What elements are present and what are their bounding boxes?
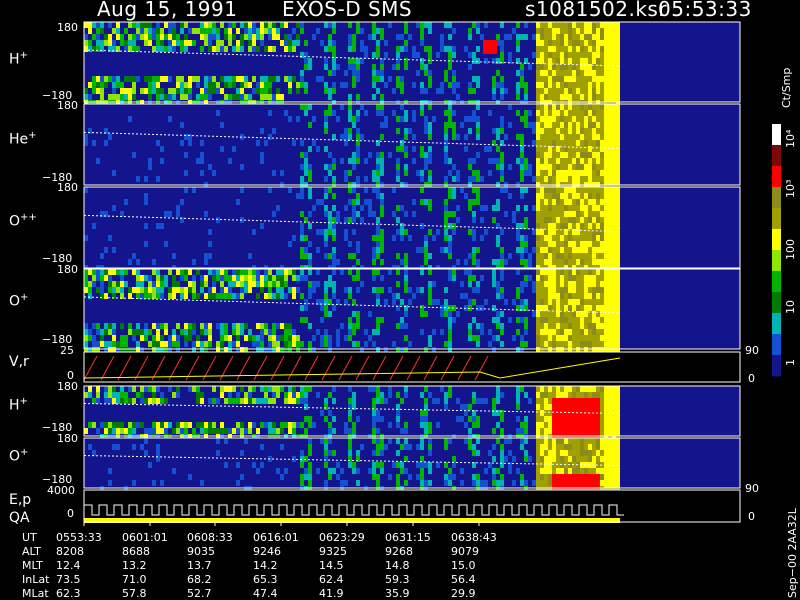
table-cell: 0638:43 <box>451 531 497 544</box>
tick-o2-top: 180 <box>57 432 78 445</box>
table-cell: 12.4 <box>56 559 81 572</box>
colorbar-segment <box>772 313 781 335</box>
table-cell: 0623:29 <box>319 531 365 544</box>
version-stamp: Sep−00 2AA32L <box>786 508 799 598</box>
tick-ep-bottom: 0 <box>67 507 74 520</box>
row-label-inlat: InLat <box>22 573 50 586</box>
colorbar-segment <box>772 145 781 167</box>
colorbar-segment <box>772 355 781 377</box>
table-cell: 29.9 <box>451 587 476 600</box>
row-label-ut: UT <box>22 531 37 544</box>
table-cell: 35.9 <box>385 587 410 600</box>
table-cell: 9246 <box>253 545 281 558</box>
colorbar-segment <box>772 334 781 356</box>
colorbar-segment <box>772 124 781 146</box>
colorbar-segment <box>772 271 781 293</box>
table-cell: 52.7 <box>187 587 212 600</box>
tick-h-top: 180 <box>57 21 78 34</box>
colorbar-label-100: 100 <box>784 239 797 260</box>
saturation-band <box>604 269 620 349</box>
table-cell: 0631:15 <box>385 531 431 544</box>
table-cell: 15.0 <box>451 559 476 572</box>
table-cell: 14.8 <box>385 559 410 572</box>
row-label-alt: ALT <box>22 545 41 558</box>
saturation-band <box>604 187 620 268</box>
spectrogram-plot <box>83 21 781 526</box>
table-cell: 0616:01 <box>253 531 299 544</box>
saturation-band <box>604 22 620 102</box>
panel-label-h-plus: H+ <box>9 50 28 68</box>
tick-ep-right-bottom: 0 <box>748 510 755 523</box>
colorbar-label-10e3: 10³ <box>784 179 797 198</box>
table-cell: 62.3 <box>56 587 81 600</box>
table-cell: 13.7 <box>187 559 212 572</box>
table-cell: 9079 <box>451 545 479 558</box>
tick-vr-right-top: 90 <box>745 344 759 357</box>
colorbar-segment <box>772 166 781 188</box>
table-cell: 8688 <box>122 545 150 558</box>
table-cell: 65.3 <box>253 573 278 586</box>
tick-vr-top: 25 <box>60 344 74 357</box>
saturation-band <box>604 438 620 488</box>
table-cell: 8208 <box>56 545 84 558</box>
table-cell: 57.8 <box>122 587 147 600</box>
colorbar-segment <box>772 229 781 251</box>
tick-vr-right-bottom: 0 <box>748 372 755 385</box>
tick-opp-top: 180 <box>57 181 78 194</box>
table-cell: 59.3 <box>385 573 410 586</box>
table-cell: 0601:01 <box>122 531 168 544</box>
plot-date: Aug 15, 1991 <box>97 0 238 21</box>
tick-op-top: 180 <box>57 263 78 276</box>
panel-label-o-plus: O+ <box>9 292 29 310</box>
saturation-band <box>604 386 620 436</box>
panel-label-h-plus-2: H+ <box>9 396 28 414</box>
panel-label-vr: V,r <box>9 354 29 370</box>
instrument-name: EXOS-D SMS <box>282 0 413 21</box>
panel-label-he-plus: He+ <box>9 130 37 148</box>
table-cell: 62.4 <box>319 573 344 586</box>
colorbar-label-10: 10 <box>784 300 797 314</box>
file-name: s1081502.ksr <box>525 0 668 21</box>
table-cell: 73.5 <box>56 573 81 586</box>
panel-label-o-plus-plus: O++ <box>9 212 37 230</box>
panel-label-ep: E,p <box>9 492 32 508</box>
table-cell: 71.0 <box>122 573 147 586</box>
table-cell: 9325 <box>319 545 347 558</box>
table-cell: 0608:33 <box>187 531 233 544</box>
table-cell: 0553:33 <box>56 531 102 544</box>
table-cell: 14.5 <box>319 559 344 572</box>
colorbar-label-10e4: 10⁴ <box>784 129 797 148</box>
colorbar-segment <box>772 208 781 230</box>
panel-label-o-plus-2: O+ <box>9 447 29 465</box>
tick-o2-right-bottom: 90 <box>745 482 759 495</box>
table-cell: 68.2 <box>187 573 212 586</box>
colorbar-unit: Ct/Smp <box>780 67 793 108</box>
hot-spot <box>483 40 497 54</box>
table-cell: 9035 <box>187 545 215 558</box>
row-label-mlat: MLat <box>22 587 49 600</box>
tick-h2-top: 180 <box>57 380 78 393</box>
table-cell: 9268 <box>385 545 413 558</box>
table-cell: 14.2 <box>253 559 278 572</box>
panel-label-qa: QA <box>9 510 30 526</box>
colorbar-segment <box>772 187 781 209</box>
header-time: 05:53:33 <box>658 0 752 21</box>
table-cell: 56.4 <box>451 573 476 586</box>
tick-he-top: 180 <box>57 99 78 112</box>
saturation-band <box>604 104 620 185</box>
colorbar-segment <box>772 292 781 314</box>
table-cell: 41.9 <box>319 587 344 600</box>
row-label-mlt: MLT <box>22 559 43 572</box>
tick-ep-top: 4000 <box>47 484 75 497</box>
colorbar-segment <box>772 250 781 272</box>
colorbar-label-1: 1 <box>784 359 797 366</box>
vr-panel <box>84 352 740 382</box>
table-cell: 13.2 <box>122 559 147 572</box>
table-cell: 47.4 <box>253 587 278 600</box>
